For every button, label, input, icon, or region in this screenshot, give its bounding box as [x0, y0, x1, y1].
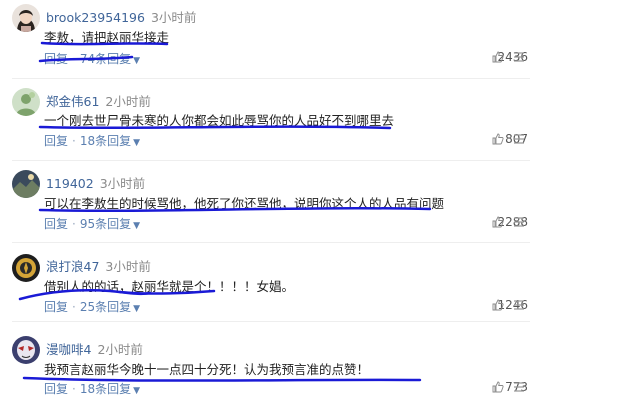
avatar[interactable]: [12, 170, 40, 198]
replies-toggle[interactable]: 74条回复 ▼: [80, 52, 140, 66]
comment-time: 3小时前: [105, 259, 151, 274]
avatar[interactable]: [12, 254, 40, 282]
reply-button[interactable]: 回复: [44, 382, 68, 396]
comment-text: 可以在李敖生的时候骂他，他死了你还骂他，说明你这个人的人品有问题: [44, 196, 445, 211]
comment-actions: 回复 · 18条回复 ▼: [44, 134, 141, 148]
divider: [12, 321, 530, 322]
thumbs-up-icon[interactable]: [492, 51, 504, 63]
username-link[interactable]: brook23954196: [46, 10, 145, 25]
comment-item: 郑金伟61 2小时前 一个刚去世尸骨未寒的人你都会如此辱骂你的人品好不到哪里去 回…: [0, 80, 640, 161]
thumbs-up-icon[interactable]: [492, 299, 504, 311]
replies-toggle[interactable]: 25条回复 ▼: [80, 300, 140, 314]
replies-toggle[interactable]: 95条回复 ▼: [80, 217, 140, 231]
chevron-down-icon: ▼: [133, 138, 141, 148]
username-link[interactable]: 119402: [46, 176, 94, 191]
comment-header: 郑金伟61 2小时前: [46, 91, 151, 110]
comment-item: brook23954196 3小时前 李敖，请把赵丽华接走 回复 · 74条回复 ▼ 2…: [0, 0, 640, 80]
comment-item: 119402 3小时前 可以在李敖生的时候骂他，他死了你还骂他，说明你这个人的人品…: [0, 162, 640, 243]
thumbs-up-icon[interactable]: [492, 216, 504, 228]
replies-toggle[interactable]: 18条回复 ▼: [80, 134, 140, 148]
comment-time: 3小时前: [99, 176, 146, 191]
chevron-down-icon: ▼: [133, 386, 141, 396]
comment-text: 一个刚去世尸骨未寒的人你都会如此辱骂你的人品好不到哪里去: [44, 113, 395, 128]
comment-header: 119402 3小时前: [46, 173, 145, 192]
comment-header: brook23954196 3小时前: [46, 7, 196, 26]
username-link[interactable]: 浪打浪47: [46, 259, 99, 274]
reply-button[interactable]: 回复: [44, 52, 68, 66]
comment-time: 2小时前: [97, 342, 143, 357]
comment-text: 李敖，请把赵丽华接走: [44, 30, 170, 45]
avatar[interactable]: [12, 4, 40, 32]
comment-actions: 回复 · 18条回复 ▼: [44, 382, 141, 396]
chevron-down-icon: ▼: [133, 56, 141, 66]
divider: [12, 160, 530, 161]
more-options-icon[interactable]: [512, 215, 526, 229]
more-options-icon[interactable]: [512, 50, 526, 64]
more-options-icon[interactable]: [512, 380, 526, 394]
reply-button[interactable]: 回复: [44, 300, 68, 314]
divider: [12, 78, 530, 79]
more-options-icon[interactable]: [512, 132, 526, 146]
comment-text: 我预言赵丽华今晚十一点四十分死！认为我预言准的点赞！: [44, 362, 370, 377]
chevron-down-icon: ▼: [133, 304, 141, 314]
comment-item: 漫咖啡4 2小时前 我预言赵丽华今晚十一点四十分死！认为我预言准的点赞！ 回复 · 1…: [0, 323, 640, 403]
comment-actions: 回复 · 95条回复 ▼: [44, 217, 141, 231]
comment-item: 浪打浪47 3小时前 借别人的的话，赵丽华就是个！！！！女娼。 回复 · 25条回复 ▼…: [0, 243, 640, 323]
comment-time: 3小时前: [150, 10, 197, 25]
username-link[interactable]: 郑金伟61: [46, 94, 99, 109]
comment-text: 借别人的的话，赵丽华就是个！！！！女娼。: [44, 279, 295, 294]
replies-toggle[interactable]: 18条回复 ▼: [80, 382, 140, 396]
reply-button[interactable]: 回复: [44, 134, 68, 148]
username-link[interactable]: 漫咖啡4: [46, 342, 91, 357]
reply-button[interactable]: 回复: [44, 217, 68, 231]
comment-time: 2小时前: [105, 94, 151, 109]
comment-actions: 回复 · 74条回复 ▼: [44, 52, 141, 66]
comment-header: 漫咖啡4 2小时前: [46, 339, 143, 358]
comment-header: 浪打浪47 3小时前: [46, 256, 151, 275]
comment-actions: 回复 · 25条回复 ▼: [44, 300, 141, 314]
more-options-icon[interactable]: [512, 298, 526, 312]
avatar[interactable]: [12, 88, 40, 116]
chevron-down-icon: ▼: [133, 221, 141, 231]
thumbs-up-icon[interactable]: [492, 133, 504, 145]
avatar[interactable]: [12, 336, 40, 364]
thumbs-up-icon[interactable]: [492, 381, 504, 393]
